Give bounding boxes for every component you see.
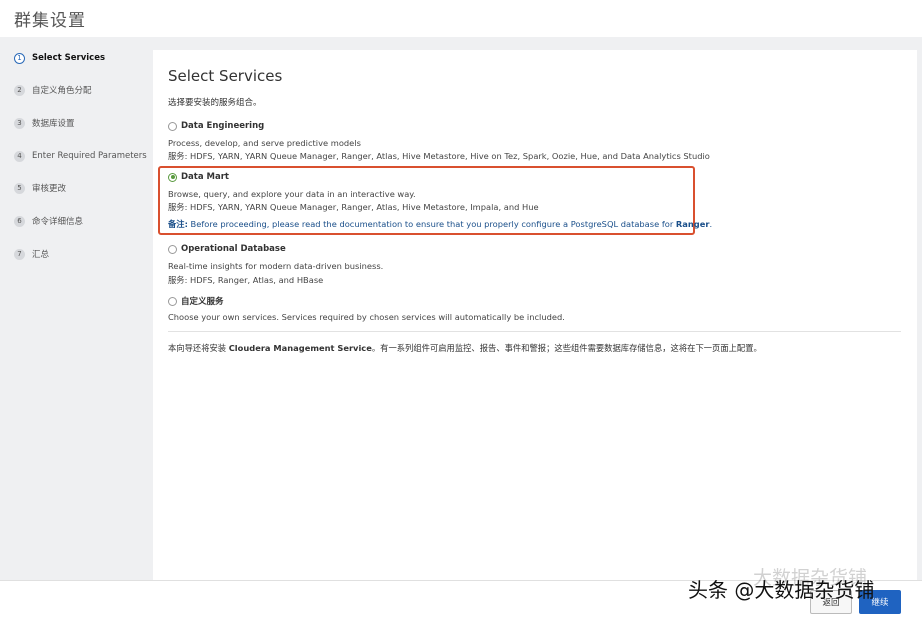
option-note: 备注: Before proceeding, please read the d…	[168, 218, 712, 230]
step-label: Enter Required Parameters	[32, 151, 147, 161]
step-label: 数据库设置	[32, 119, 75, 129]
wizard-steps-sidebar: 1 Select Services 2 自定义角色分配 3 数据库设置 4 En…	[0, 37, 152, 580]
option-services: 服务: HDFS, YARN, YARN Queue Manager, Rang…	[168, 202, 539, 212]
step-number: 4	[14, 150, 25, 162]
documentation-link[interactable]: documentation	[339, 219, 402, 229]
option-description: Process, develop, and serve predictive m…	[168, 138, 361, 148]
step-label: 自定义角色分配	[32, 86, 92, 96]
note-text: Before proceeding, please read the	[187, 219, 340, 229]
step-required-parameters[interactable]: 4 Enter Required Parameters	[14, 148, 147, 164]
note-bold: Cloudera Management Service	[228, 343, 372, 353]
option-custom-services[interactable]: 自定义服务	[168, 295, 224, 307]
step-role-assignment[interactable]: 2 自定义角色分配	[14, 82, 92, 98]
option-label: Operational Database	[181, 244, 286, 254]
step-number: 7	[14, 248, 25, 260]
option-services: 服务: HDFS, Ranger, Atlas, and HBase	[168, 275, 324, 285]
step-label: 汇总	[32, 250, 50, 260]
option-data-engineering[interactable]: Data Engineering	[168, 121, 264, 131]
step-label: Select Services	[32, 53, 106, 63]
management-service-note: 本向导还将安装 Cloudera Management Service。有一系列…	[168, 342, 762, 354]
step-select-services[interactable]: 1 Select Services	[14, 50, 105, 66]
option-data-mart[interactable]: Data Mart	[168, 172, 229, 182]
note-label: 备注:	[168, 219, 188, 229]
watermark: 头条 @大数据杂货铺	[688, 578, 875, 602]
radio-button[interactable]	[168, 121, 177, 131]
page-header: 群集设置	[0, 0, 922, 37]
step-number: 6	[14, 215, 25, 227]
main-content: Select Services 选择要安装的服务组合。 Data Enginee…	[153, 50, 917, 580]
section-title: Select Services	[168, 67, 283, 85]
option-description: Real-time insights for modern data-drive…	[168, 261, 384, 271]
option-description: Choose your own services. Services requi…	[168, 312, 565, 322]
note-bold: Ranger	[675, 219, 710, 229]
radio-button[interactable]	[168, 244, 177, 254]
option-label: 自定义服务	[181, 297, 224, 307]
step-number: 3	[14, 117, 25, 129]
radio-button-selected[interactable]	[168, 172, 177, 182]
step-label: 命令详细信息	[32, 217, 84, 227]
divider	[168, 331, 901, 332]
step-command-details[interactable]: 6 命令详细信息	[14, 213, 83, 229]
page-title: 群集设置	[14, 11, 86, 31]
step-number: 2	[14, 84, 25, 96]
step-review-changes[interactable]: 5 审核更改	[14, 180, 66, 196]
option-description: Browse, query, and explore your data in …	[168, 189, 416, 199]
radio-button[interactable]	[168, 296, 177, 306]
step-database-setup[interactable]: 3 数据库设置	[14, 115, 75, 131]
option-operational-database[interactable]: Operational Database	[168, 244, 286, 254]
step-number: 5	[14, 182, 25, 194]
step-label: 审核更改	[32, 184, 67, 194]
step-number: 1	[14, 52, 25, 64]
option-services: 服务: HDFS, YARN, YARN Queue Manager, Rang…	[168, 151, 710, 161]
note-text: 本向导还将安装	[168, 343, 229, 353]
option-label: Data Mart	[181, 172, 229, 182]
note-end: .	[709, 219, 713, 229]
note-text: to ensure that you properly configure a …	[402, 219, 676, 229]
step-summary[interactable]: 7 汇总	[14, 246, 49, 262]
option-label: Data Engineering	[181, 121, 265, 131]
note-text: 。有一系列组件可启用监控、报告、事件和警报；这些组件需要数据库存储信息，这将在下…	[371, 343, 762, 353]
section-subtitle: 选择要安装的服务组合。	[168, 98, 262, 108]
